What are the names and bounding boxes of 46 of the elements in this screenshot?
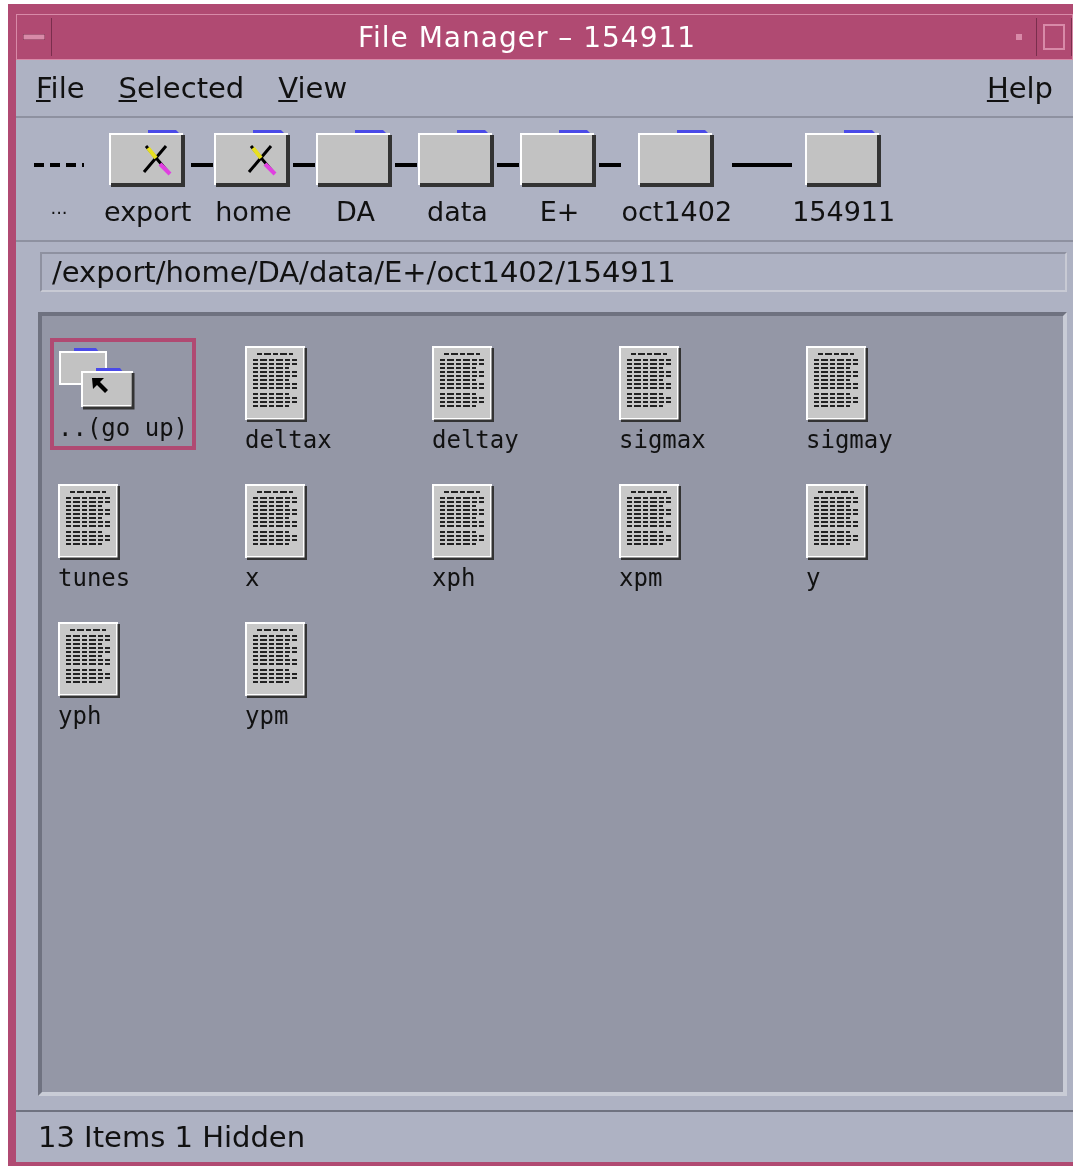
help-menu[interactable]: Help: [986, 71, 1053, 105]
breadcrumb-label[interactable]: home: [215, 196, 292, 227]
directory-entry[interactable]: ..(go up): [54, 342, 193, 446]
breadcrumb-ellipsis[interactable]: ...: [50, 197, 68, 218]
breadcrumb-label[interactable]: DA: [336, 196, 375, 227]
document-icon[interactable]: [432, 346, 494, 422]
directory-entry[interactable]: deltax: [241, 342, 336, 458]
maximize-icon: [1043, 24, 1065, 50]
breadcrumb-label[interactable]: export: [104, 196, 192, 227]
document-icon[interactable]: [806, 484, 868, 560]
breadcrumb-label[interactable]: E+: [539, 196, 580, 227]
document-icon[interactable]: [58, 484, 120, 560]
minimize-icon: [1016, 34, 1022, 40]
go-up-folder-icon[interactable]: [58, 346, 138, 410]
directory-entry[interactable]: y: [802, 480, 872, 596]
directory-entry[interactable]: sigmax: [615, 342, 710, 458]
document-icon[interactable]: [619, 484, 681, 560]
document-icon[interactable]: [245, 346, 307, 422]
directory-entry[interactable]: x: [241, 480, 311, 596]
document-icon[interactable]: [245, 484, 307, 560]
directory-entry[interactable]: sigmay: [802, 342, 897, 458]
directory-entry[interactable]: tunes: [54, 480, 135, 596]
locked-folder-icon[interactable]: [107, 128, 188, 188]
breadcrumb-label[interactable]: oct1402: [621, 196, 733, 227]
directory-entry[interactable]: yph: [54, 618, 124, 734]
directory-entry[interactable]: deltay: [428, 342, 523, 458]
folder-icon[interactable]: [803, 128, 884, 188]
document-icon[interactable]: [432, 484, 494, 560]
document-icon[interactable]: [245, 622, 307, 698]
window-title: File Manager – 154911: [356, 20, 698, 54]
path-field[interactable]: /export/home/DA/data/E+/oct1402/154911: [40, 252, 1067, 292]
dashed-connector: [34, 163, 84, 167]
document-icon[interactable]: [58, 622, 120, 698]
document-icon[interactable]: [806, 346, 868, 422]
menu-item[interactable]: File: [36, 71, 85, 105]
document-icon[interactable]: [619, 346, 681, 422]
folder-icon[interactable]: [636, 128, 717, 188]
menu-item[interactable]: Selected: [118, 71, 245, 105]
directory-entry[interactable]: xpm: [615, 480, 685, 596]
breadcrumb-label[interactable]: 154911: [792, 196, 896, 227]
directory-entry[interactable]: ypm: [241, 618, 311, 734]
menu-item[interactable]: View: [278, 71, 348, 105]
breadcrumb-label[interactable]: data: [427, 196, 488, 227]
menu-bar-icon: [23, 34, 45, 40]
status-text: 13 Items 1 Hidden: [38, 1120, 306, 1154]
directory-entry[interactable]: xph: [428, 480, 498, 596]
